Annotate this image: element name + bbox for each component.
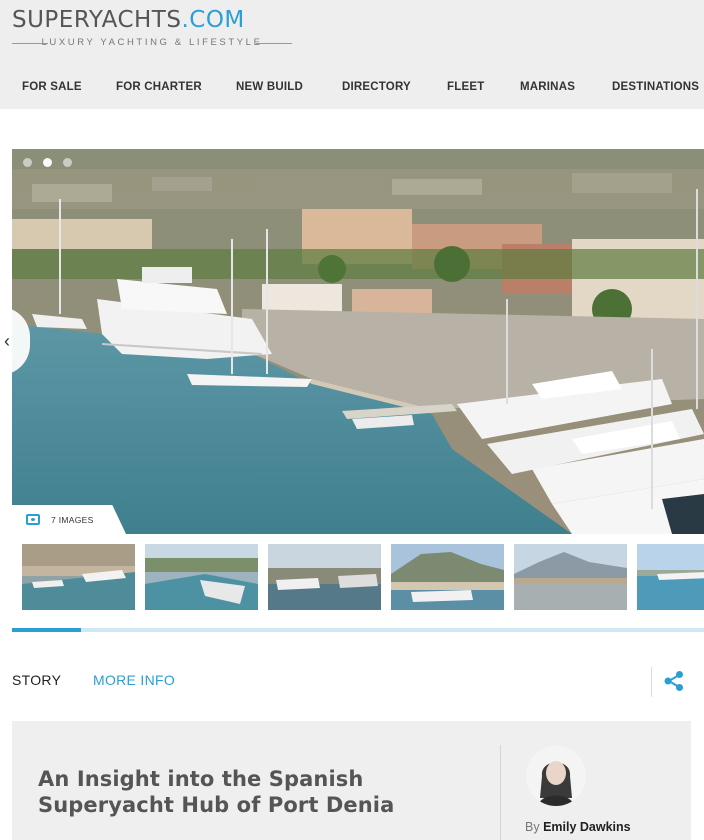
logo-domain: .COM [181,7,245,33]
thumbnail-image [637,544,704,610]
camera-icon [26,514,40,525]
nav-item-directory[interactable]: DIRECTORY [342,81,411,93]
share-divider [651,667,652,697]
gallery-progress-bar [12,628,704,632]
nav-item-marinas[interactable]: MARINAS [520,81,575,93]
author-photo [526,746,586,806]
author-name[interactable]: Emily Dawkins [543,820,631,834]
gallery-progress-fill [12,628,82,632]
site-logo[interactable]: SUPERYACHTS.COM LUXURY YACHTING & LIFEST… [12,6,297,49]
thumbnail-image [514,544,627,610]
article-title: An Insight into the Spanish Superyacht H… [38,767,395,817]
image-count-label: 7 IMAGES [51,514,94,525]
thumbnail[interactable] [514,544,627,610]
image-count-badge[interactable]: 7 IMAGES [12,505,126,534]
slide-dot-active[interactable] [43,158,52,167]
logo-wordmark: SUPERYACHTS.COM [12,6,297,34]
slide-indicators [23,158,72,167]
site-header: SUPERYACHTS.COM LUXURY YACHTING & LIFEST… [0,0,704,109]
nav-item-for-sale[interactable]: FOR SALE [22,81,82,93]
share-button[interactable] [661,668,687,694]
thumbnail-image [22,544,135,610]
nav-item-destinations[interactable]: DESTINATIONS [612,81,699,93]
thumbnail-image [268,544,381,610]
nav-item-new-build[interactable]: NEW BUILD [236,81,303,93]
share-icon [664,671,683,691]
author-avatar[interactable] [526,746,586,806]
main-nav: FOR SALE FOR CHARTER NEW BUILD DIRECTORY… [0,81,704,99]
article-byline: By Emily Dawkins [525,820,631,834]
byline-prefix: By [525,820,540,834]
marina-photo [12,149,704,534]
chevron-left-icon: ‹ [4,330,10,351]
thumbnail-strip [22,544,704,610]
article-tabs: STORY MORE INFO [12,672,704,692]
slide-dot[interactable] [23,158,32,167]
thumbnail-image [391,544,504,610]
thumbnail[interactable] [22,544,135,610]
thumbnail[interactable] [391,544,504,610]
article-header-card: An Insight into the Spanish Superyacht H… [12,721,691,840]
thumbnail-image [145,544,258,610]
thumbnail[interactable] [145,544,258,610]
nav-item-fleet[interactable]: FLEET [447,81,484,93]
hero-image[interactable] [12,149,704,534]
slide-dot[interactable] [63,158,72,167]
card-divider [500,745,501,840]
nav-item-for-charter[interactable]: FOR CHARTER [116,81,202,93]
thumbnail[interactable] [637,544,704,610]
tab-more-info[interactable]: MORE INFO [93,672,175,688]
logo-name: SUPERYACHTS [12,7,182,33]
thumbnail[interactable] [268,544,381,610]
logo-tagline: LUXURY YACHTING & LIFESTYLE [12,37,292,49]
tab-story[interactable]: STORY [12,672,61,688]
